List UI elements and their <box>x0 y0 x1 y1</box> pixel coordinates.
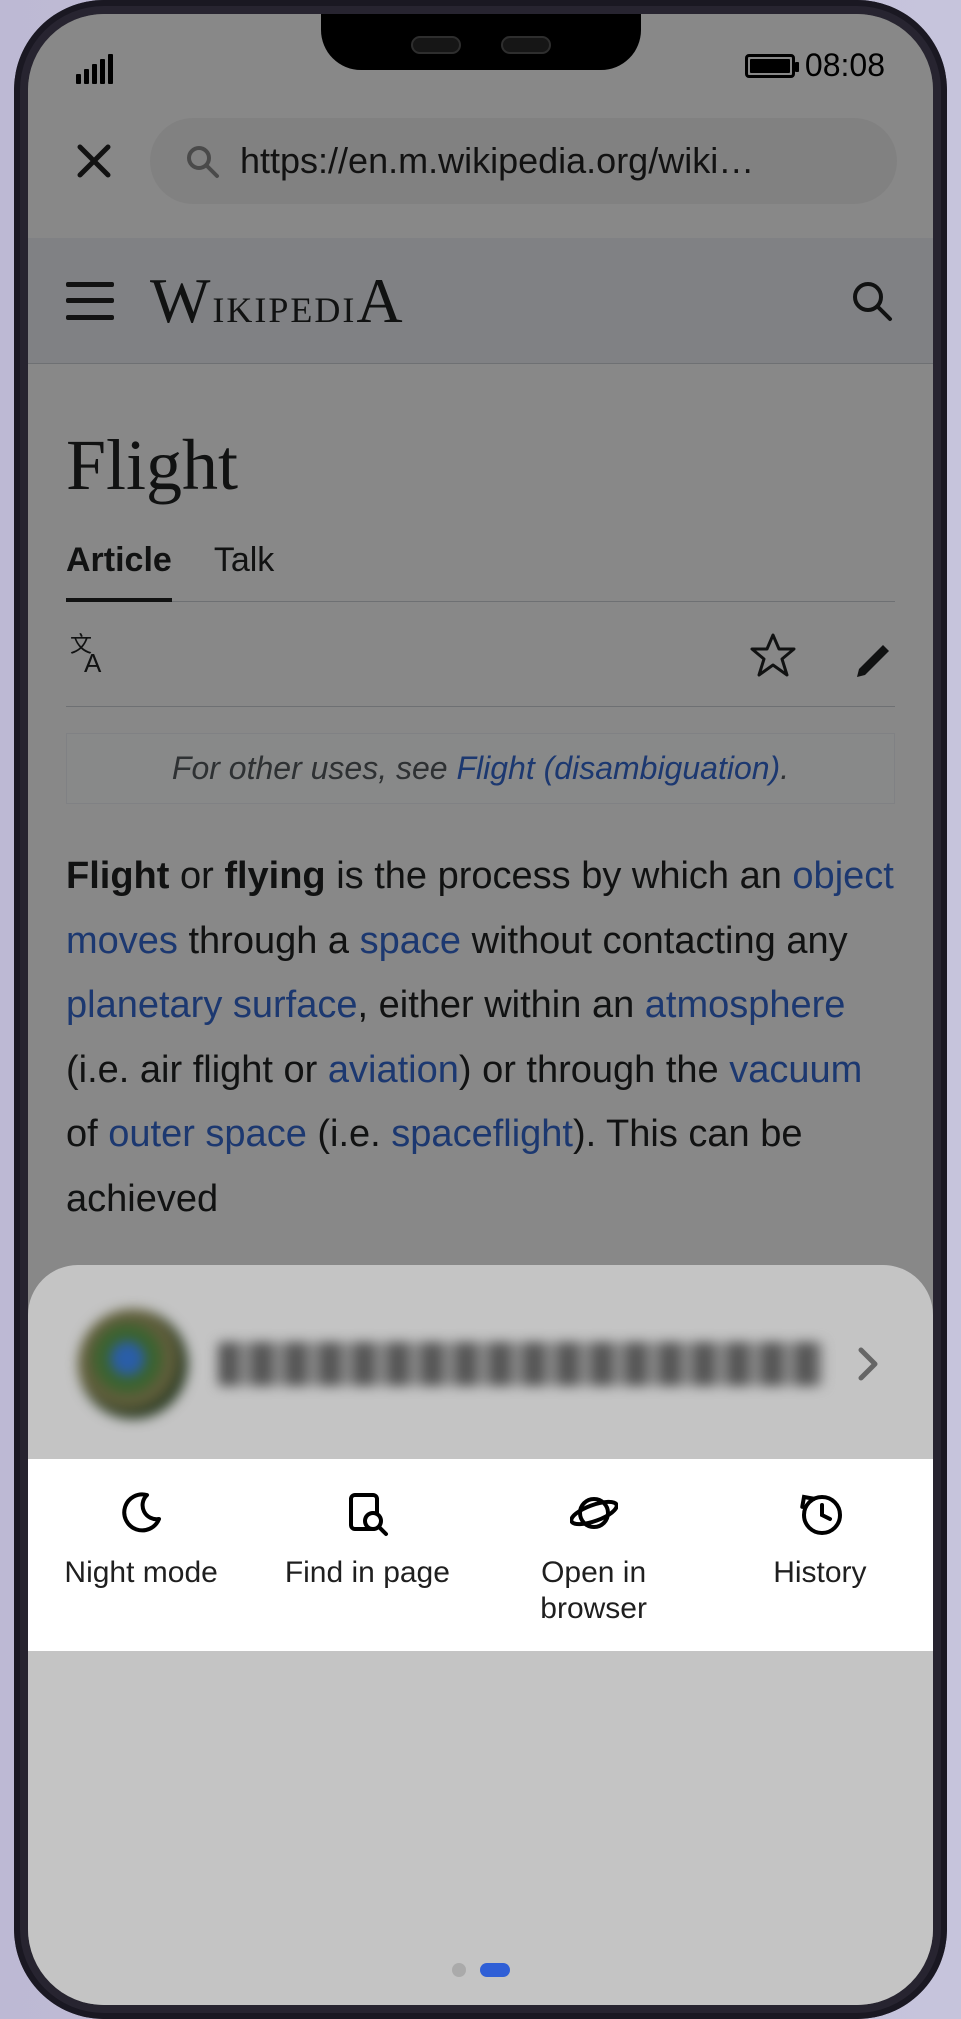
open-in-browser-button[interactable]: Open in browser <box>481 1489 707 1627</box>
dot-active[interactable] <box>480 1963 510 1977</box>
action-label: Night mode <box>64 1555 217 1591</box>
notch <box>321 14 641 70</box>
screen: 08:08 https://en.m.wikipedia.org/wiki… <box>28 14 933 2005</box>
sheet-actions: Night mode Find in page <box>28 1459 933 1651</box>
find-in-page-button[interactable]: Find in page <box>254 1489 480 1627</box>
find-in-page-icon <box>343 1489 391 1537</box>
history-button[interactable]: History <box>707 1489 933 1627</box>
moon-icon <box>117 1489 165 1537</box>
account-name-redacted <box>218 1342 823 1386</box>
action-label: Find in page <box>285 1555 450 1591</box>
device-frame: 08:08 https://en.m.wikipedia.org/wiki… <box>0 0 961 2019</box>
history-icon <box>796 1489 844 1537</box>
night-mode-button[interactable]: Night mode <box>28 1489 254 1627</box>
action-label: History <box>773 1555 866 1591</box>
dot[interactable] <box>452 1963 466 1977</box>
chevron-right-icon <box>853 1344 883 1384</box>
bottom-sheet: Night mode Find in page <box>28 1265 933 2005</box>
phone-body: 08:08 https://en.m.wikipedia.org/wiki… <box>14 0 947 2019</box>
page-indicator <box>28 1963 933 1977</box>
avatar <box>78 1309 188 1419</box>
planet-icon <box>570 1489 618 1537</box>
sheet-account-row[interactable] <box>28 1299 933 1459</box>
action-label: Open in browser <box>540 1555 647 1627</box>
